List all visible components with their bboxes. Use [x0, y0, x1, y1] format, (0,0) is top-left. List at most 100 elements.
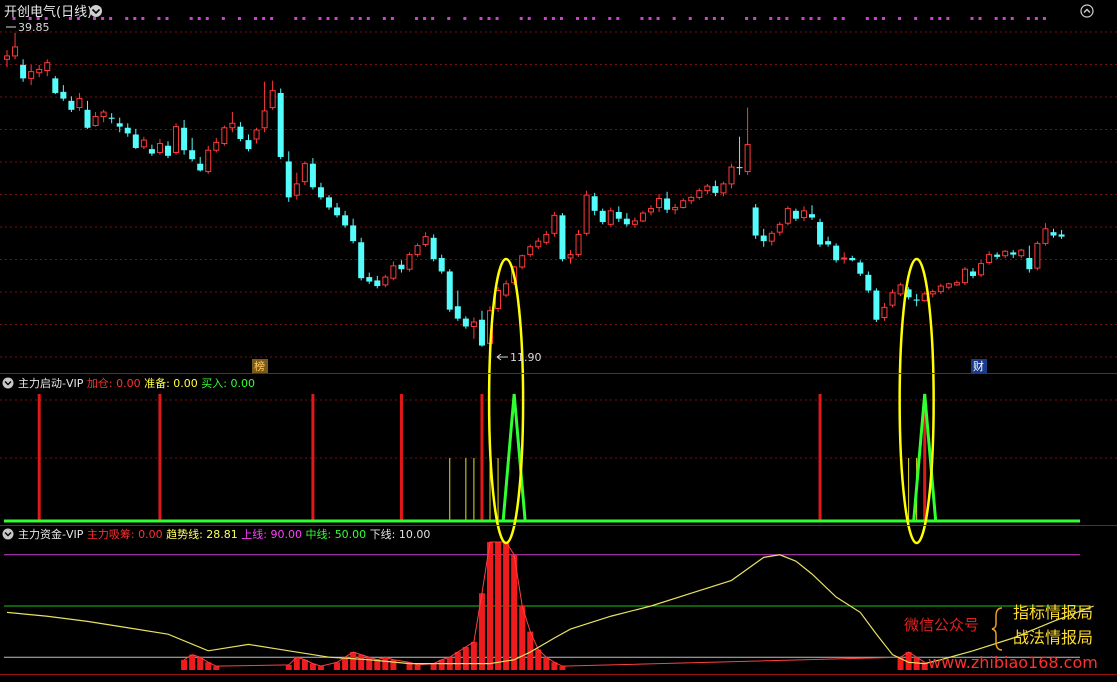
candle-body — [165, 145, 171, 156]
marker-dot — [237, 17, 241, 20]
marker-dot — [254, 17, 258, 20]
candle-body — [961, 268, 968, 284]
marker-dot — [1002, 17, 1006, 20]
candle — [873, 288, 880, 322]
panel2-collapse-icon[interactable] — [2, 377, 14, 389]
marker-dot — [865, 17, 869, 20]
marker-dot — [366, 17, 370, 20]
marker-dot — [712, 17, 716, 20]
marker-dot — [559, 17, 563, 20]
candle — [446, 269, 453, 312]
marker-dot — [141, 17, 145, 20]
panel2-item-label: 准备: — [144, 376, 173, 390]
candle-body — [937, 285, 944, 293]
candle — [784, 206, 791, 226]
candle — [221, 125, 228, 146]
marker-dot — [487, 17, 491, 20]
candle-body — [301, 163, 308, 183]
marker-dot — [423, 17, 427, 20]
candle-body — [213, 141, 220, 151]
candle-body — [648, 208, 654, 213]
panel2-legend: 主力启动-VIP 加仓: 0.00 准备: 0.00 买入: 0.00 — [18, 376, 255, 390]
marker-dot — [294, 17, 298, 20]
candle-body — [446, 271, 453, 310]
candle-body — [398, 264, 405, 270]
candle-body — [897, 284, 904, 295]
fund-bar — [535, 649, 542, 670]
candle-body — [100, 111, 107, 118]
candle-body — [374, 280, 381, 287]
badge-cai-label: 财 — [973, 359, 984, 373]
candle-body — [334, 207, 341, 216]
candle — [551, 211, 558, 237]
candle-body — [792, 210, 799, 219]
candle-body — [221, 127, 228, 144]
watermark-site: www.zhibiao168.com — [928, 653, 1098, 672]
candle-body — [237, 126, 244, 139]
candle-body — [28, 71, 35, 79]
marker-dot — [302, 17, 306, 20]
fund-bar — [414, 664, 421, 670]
stock-title: 开创电气(日线) — [4, 4, 92, 20]
candle-body — [454, 306, 461, 319]
panel3-legend: 主力资金-VIP 主力吸筹: 0.00 趋势线: 28.81 上线: 90.00… — [18, 527, 430, 541]
panel3-item-value: 10.00 — [399, 528, 431, 541]
candle-body — [438, 257, 445, 272]
marker-dot — [125, 17, 129, 20]
candle — [961, 266, 968, 285]
candle-body — [253, 129, 260, 140]
candle-body — [567, 254, 574, 259]
marker-dot — [881, 17, 885, 20]
candle — [382, 274, 389, 288]
candle-body — [1018, 249, 1025, 257]
candle-body — [688, 196, 695, 202]
candle-body — [656, 197, 663, 208]
panel3-collapse-icon[interactable] — [2, 528, 14, 540]
fund-bar — [350, 652, 357, 670]
fund-bar — [503, 542, 510, 670]
candle-body — [945, 283, 952, 288]
panel2-item-value: 0.00 — [116, 377, 144, 390]
marker-dot — [616, 17, 620, 20]
marker-dot — [720, 17, 724, 20]
badge-bang-label: 榜 — [254, 359, 265, 373]
marker-dot — [970, 17, 974, 20]
marker-dot — [382, 17, 386, 20]
marker-dot — [1034, 17, 1038, 20]
marker-dot — [584, 17, 588, 20]
marker-dot — [527, 17, 531, 20]
chevron-down-icon[interactable] — [90, 5, 102, 17]
candle-body — [285, 161, 292, 198]
panel3-item-value: 50.00 — [335, 528, 370, 541]
candle-body — [881, 306, 888, 318]
candle — [358, 237, 365, 281]
candle-body — [889, 292, 896, 306]
candle-body — [44, 62, 51, 72]
fund-bar — [181, 659, 188, 670]
marker-dot — [938, 17, 942, 20]
marker-dot — [101, 17, 105, 20]
candle-body — [229, 122, 236, 129]
candle-body — [752, 207, 759, 236]
marker-dot — [519, 17, 523, 20]
marker-dot — [415, 17, 419, 20]
marker-dot — [914, 17, 918, 20]
candle-body — [615, 211, 622, 219]
marker-dot — [769, 17, 773, 20]
candle-body — [865, 274, 872, 291]
candle-body — [800, 210, 807, 219]
marker-dot — [801, 17, 805, 20]
fund-bar — [462, 646, 469, 670]
candle — [752, 204, 759, 239]
candle-body — [173, 126, 180, 153]
candle-body — [776, 223, 783, 233]
candle-body — [470, 321, 477, 327]
marker-dot — [640, 17, 644, 20]
candle-body — [639, 212, 646, 222]
marker-dot — [221, 17, 225, 20]
candle-body — [744, 144, 751, 173]
candle — [817, 218, 824, 247]
marker-dot — [326, 17, 330, 20]
fund-bar — [285, 664, 292, 670]
candle-body — [36, 68, 43, 74]
